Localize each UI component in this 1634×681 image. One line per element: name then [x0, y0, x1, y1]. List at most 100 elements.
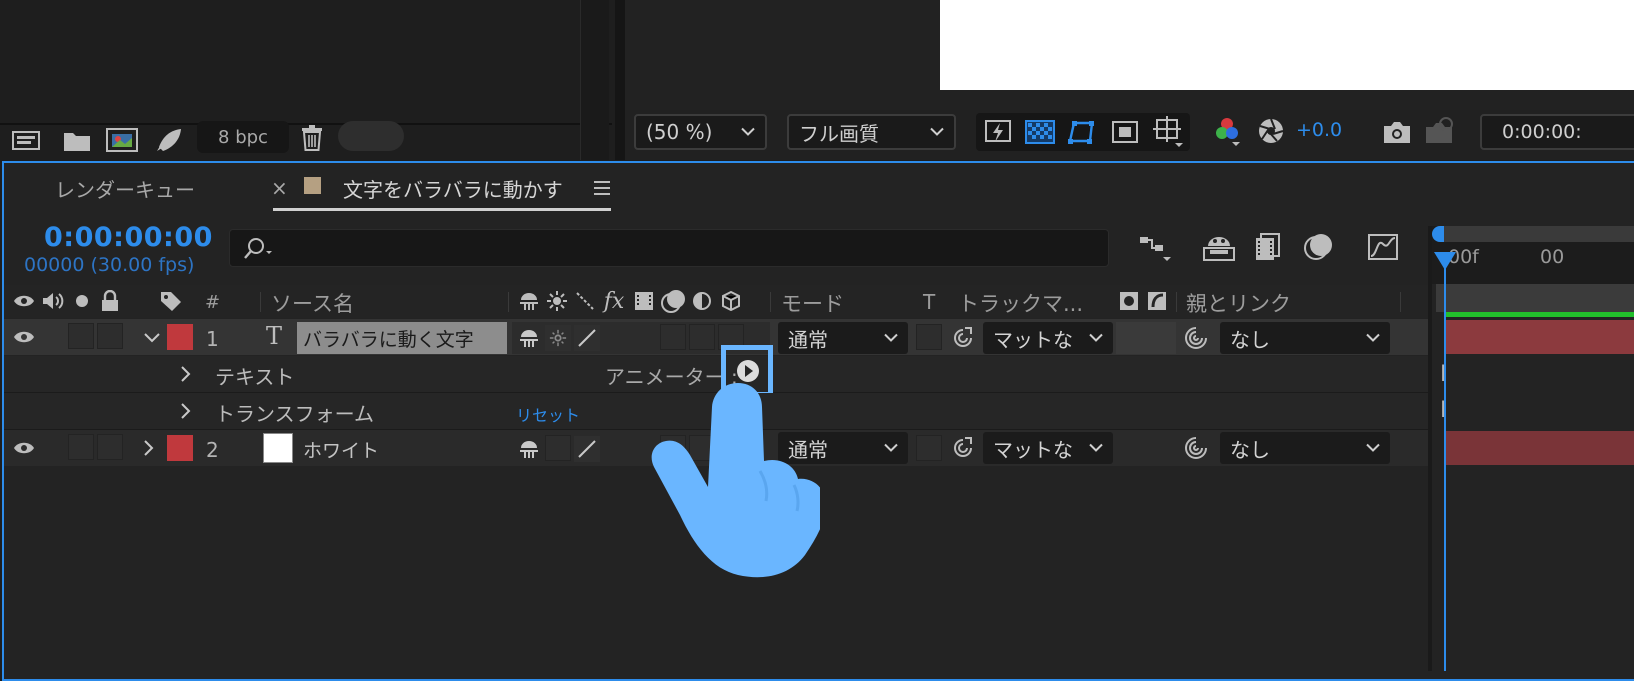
layer-search-input[interactable] [229, 229, 1109, 267]
solid-layer-thumbnail [263, 433, 293, 463]
collapse-switch[interactable] [545, 435, 571, 461]
panel-menu-icon[interactable] [590, 176, 614, 200]
solo-switch[interactable] [68, 323, 94, 349]
expand-chevron-icon[interactable] [176, 401, 196, 421]
shy-switch-icon[interactable] [516, 436, 542, 462]
motion-blur-switch-header-icon[interactable] [660, 288, 688, 314]
quality-switch-icon[interactable] [574, 325, 600, 351]
audio-speaker-header-icon[interactable] [40, 289, 66, 313]
frame-blending-icon[interactable] [1250, 230, 1286, 264]
layer-name[interactable]: ホワイト [303, 436, 379, 463]
matte-pickwhip-icon[interactable] [950, 434, 976, 462]
search-field[interactable] [280, 234, 1084, 262]
label-color-swatch[interactable] [167, 324, 193, 350]
new-folder-icon[interactable] [60, 126, 94, 156]
mode-dropdown[interactable]: 通常 [778, 322, 908, 354]
channel-rgb-icon[interactable] [1210, 114, 1244, 150]
mask-path-icon[interactable] [1064, 116, 1098, 148]
project-scroll-thumb[interactable] [338, 121, 404, 151]
visibility-eye-icon[interactable] [12, 325, 36, 349]
parent-dropdown[interactable]: なし [1220, 322, 1390, 354]
resolution-dropdown[interactable]: フル画質 [787, 114, 956, 150]
parent-pickwhip-icon[interactable] [1182, 434, 1210, 462]
layer-name-field[interactable]: バラバラに動く文字 [297, 322, 507, 354]
lock-switch[interactable] [97, 323, 123, 349]
effects-fx-header-icon[interactable]: fx [601, 287, 627, 315]
preserve-transparency-switch[interactable] [916, 324, 942, 350]
transparency-grid-icon[interactable] [1023, 116, 1057, 148]
new-composition-icon[interactable] [104, 124, 140, 156]
frame-blend-switch-header-icon[interactable] [632, 289, 656, 313]
shy-switch-icon[interactable] [516, 325, 542, 351]
trash-icon[interactable] [298, 122, 326, 154]
visibility-eye-icon[interactable] [12, 436, 36, 460]
frame-info: 00000 (30.00 fps) [24, 254, 195, 276]
viewer-timecode[interactable]: 0:00:00: [1480, 114, 1634, 150]
expand-chevron-icon[interactable] [139, 438, 159, 458]
video-eye-header-icon[interactable] [12, 289, 36, 313]
comp-flowchart-icon[interactable] [1136, 230, 1176, 266]
show-snapshot-icon[interactable] [1422, 114, 1456, 148]
matte-invert-header-icon[interactable] [1146, 290, 1168, 312]
collapse-switch-header-icon[interactable] [546, 290, 568, 312]
exposure-reset-icon[interactable] [1254, 114, 1288, 148]
track-matte-dropdown[interactable]: マットな [983, 432, 1113, 464]
bpc-button[interactable]: 8 bpc [197, 121, 289, 153]
tab-close-button[interactable]: × [271, 176, 288, 200]
column-source-name[interactable]: ソース名 [271, 288, 354, 318]
zoom-dropdown[interactable]: (50 %) [634, 114, 767, 150]
solo-switch[interactable] [68, 434, 94, 460]
region-of-interest-icon[interactable] [1108, 116, 1142, 148]
tab-render-queue[interactable]: レンダーキュー [55, 174, 195, 203]
grid-guide-options-icon[interactable] [1150, 114, 1186, 150]
label-tag-header-icon[interactable] [158, 289, 184, 313]
column-track-matte[interactable]: トラックマ... [958, 288, 1083, 318]
column-preserve-transparency[interactable]: T [923, 290, 935, 314]
tab-composition[interactable]: 文字をバラバラに動かす [343, 174, 563, 203]
column-number[interactable]: # [205, 292, 220, 313]
project-scrollbar[interactable] [580, 0, 609, 160]
fast-preview-icon[interactable] [982, 116, 1014, 148]
continuous-rasterize-switch-icon[interactable] [545, 325, 571, 351]
current-time-indicator-head[interactable] [1434, 252, 1456, 270]
render-queue-rocket-icon[interactable] [152, 124, 186, 156]
lock-switch[interactable] [97, 434, 123, 460]
snapshot-camera-icon[interactable] [1380, 116, 1414, 148]
expand-chevron-icon[interactable] [176, 364, 196, 384]
matte-alpha-header-icon[interactable] [1118, 290, 1140, 312]
matte-pickwhip-icon[interactable] [950, 324, 976, 352]
frame-blend-switch[interactable] [689, 324, 715, 350]
work-area-bar[interactable] [1436, 226, 1634, 242]
motion-blur-icon[interactable] [1300, 230, 1338, 264]
layer-1-duration-bar[interactable] [1444, 320, 1634, 354]
parent-pickwhip-icon[interactable] [1182, 324, 1210, 352]
layer-2-duration-bar[interactable] [1444, 431, 1634, 465]
current-time-indicator-line[interactable] [1444, 256, 1446, 671]
composition-canvas [940, 0, 1634, 90]
chevron-down-icon [884, 333, 898, 342]
quality-switch-header-icon[interactable] [574, 290, 596, 312]
work-area-start-handle[interactable] [1432, 226, 1444, 242]
effects-switch[interactable] [660, 324, 686, 350]
lock-header-icon[interactable] [98, 288, 122, 314]
graph-editor-icon[interactable] [1364, 230, 1402, 264]
exposure-value[interactable]: +0.0 [1296, 119, 1342, 141]
label-color-swatch[interactable] [167, 435, 193, 461]
property-label-text: テキスト [215, 365, 295, 389]
parent-dropdown[interactable]: なし [1220, 432, 1390, 464]
column-parent-link[interactable]: 親とリンク [1186, 288, 1291, 318]
reset-link[interactable]: リセット [516, 402, 580, 426]
shy-layers-icon[interactable] [1200, 230, 1238, 264]
current-time-display[interactable]: 0:00:00:00 [44, 222, 213, 253]
quality-switch-icon[interactable] [574, 436, 600, 462]
preserve-transparency-switch[interactable] [916, 435, 942, 461]
column-separator [1400, 292, 1401, 312]
collapse-chevron-icon[interactable] [142, 328, 162, 348]
3d-layer-header-icon[interactable] [719, 290, 743, 312]
track-matte-dropdown[interactable]: マットな [983, 322, 1113, 354]
adjustment-layer-header-icon[interactable] [690, 290, 714, 312]
shy-switch-header-icon[interactable] [516, 289, 542, 313]
solo-dot-header-icon[interactable] [72, 291, 92, 311]
column-mode[interactable]: モード [781, 288, 844, 318]
interpret-footage-icon[interactable] [10, 126, 46, 156]
